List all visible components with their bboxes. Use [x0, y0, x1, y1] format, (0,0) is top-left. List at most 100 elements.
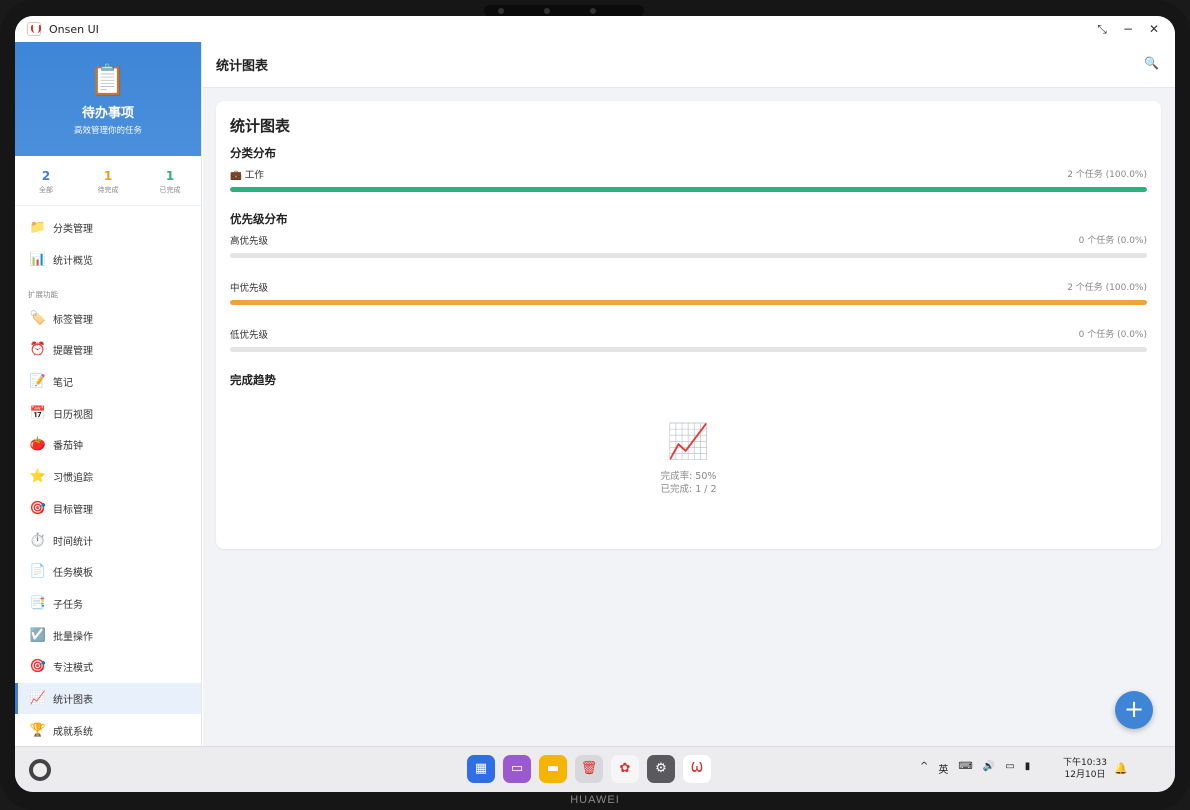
tray-chevron-icon[interactable]: ^: [920, 761, 928, 776]
stat-label: 已完成: [159, 186, 181, 194]
priority-row-medium: 中优先级 2 个任务 (100.0%): [230, 277, 1147, 295]
sidebar-item[interactable]: ☑️ 批量操作: [15, 619, 201, 651]
volume-icon[interactable]: 🔊: [983, 761, 995, 776]
gallery-icon[interactable]: ✿: [611, 755, 639, 783]
battery-icon[interactable]: ▮: [1025, 761, 1031, 776]
task-stats: 2 全部 1 待完成 1 已完成: [15, 156, 201, 206]
stat-label: 全部: [39, 186, 53, 194]
chart-trend-icon: 📈: [667, 422, 710, 462]
sidebar-item[interactable]: 📝 笔记: [15, 366, 201, 398]
sidebar-item[interactable]: ⭐ 习惯追踪: [15, 461, 201, 493]
nav-icon: 📈: [29, 690, 47, 706]
taskbar: ▦ ▭ ▬ 🗑 ✿ ⚙ Ѡ ^ 英 ⌨ 🔊 ▭ ▮ 下午10:33 12月10日 🔔: [15, 746, 1175, 792]
clock-date: 12月10日: [1064, 770, 1106, 780]
sidebar-item[interactable]: 📅 日历视图: [15, 397, 201, 429]
sidebar-item-label: 子任务: [53, 599, 83, 611]
stat-all: 2 全部: [15, 169, 77, 205]
stat-value: 1: [165, 169, 175, 183]
device-brand: HUAWEI: [570, 794, 620, 806]
category-label: 💼 工作: [230, 170, 264, 181]
restore-icon[interactable]: ⤡: [1089, 20, 1115, 38]
sidebar-item[interactable]: 🏷️ 标签管理: [15, 302, 201, 334]
sidebar-item[interactable]: 🏆 成就系统: [15, 714, 201, 746]
nav-icon: 📅: [29, 405, 47, 421]
nav-icon: 📝: [29, 374, 47, 390]
priority-label: 高优先级: [230, 236, 269, 247]
nav-icon: ⏱️: [29, 532, 47, 548]
trash-icon[interactable]: 🗑: [575, 755, 603, 783]
window-titlebar: Onsen UI ⤡ − ✕: [15, 16, 1175, 42]
trend-block: 📈 完成率: 50% 已完成: 1 / 2: [230, 422, 1147, 496]
sidebar-item-label: 专注模式: [53, 663, 93, 675]
system-tray: ^ 英 ⌨ 🔊 ▭ ▮: [920, 761, 1040, 776]
sidebar-item[interactable]: 📄 任务模板: [15, 556, 201, 588]
sidebar-item[interactable]: ⏰ 提醒管理: [15, 334, 201, 366]
sidebar-title: 待办事项: [81, 106, 134, 121]
clock[interactable]: 下午10:33 12月10日: [1063, 757, 1107, 781]
sidebar-item-label: 提醒管理: [53, 346, 93, 358]
sidebar-item[interactable]: 🎯 专注模式: [15, 651, 201, 683]
sidebar-item[interactable]: 🍅 番茄钟: [15, 429, 201, 461]
minimize-icon[interactable]: −: [1115, 20, 1141, 38]
sidebar-item-label: 日历视图: [53, 409, 93, 421]
settings-icon[interactable]: ⚙: [647, 755, 675, 783]
clipboard-icon: 📋: [89, 63, 127, 98]
stat-label: 待完成: [97, 186, 119, 194]
category-section-title: 分类分布: [230, 146, 276, 160]
priority-bar-track: [230, 347, 1147, 352]
priority-bar-track: [230, 300, 1147, 305]
search-icon[interactable]: 🔍: [1144, 56, 1159, 70]
priority-value: 2 个任务 (100.0%): [1067, 283, 1147, 293]
sidebar-item-label: 习惯追踪: [53, 473, 93, 485]
category-row: 💼 工作 2 个任务 (100.0%): [230, 164, 1147, 182]
stats-card: 统计图表 分类分布 💼 工作 2 个任务 (100.0%) 优先级分布 高优先级: [216, 101, 1161, 549]
files-icon[interactable]: ▬: [539, 755, 567, 783]
sidebar-item-label: 时间统计: [53, 536, 93, 548]
priority-label: 中优先级: [230, 283, 269, 294]
sidebar-item[interactable]: 📈 统计图表: [15, 682, 201, 715]
sidebar-item-label: 番茄钟: [53, 441, 83, 453]
input-method-icon[interactable]: 英: [938, 761, 948, 776]
add-task-button[interactable]: +: [1115, 691, 1153, 729]
sidebar-item-label: 统计图表: [53, 694, 93, 706]
stat-value: 1: [103, 169, 113, 183]
main-topbar: 统计图表 🔍: [203, 42, 1175, 88]
start-button[interactable]: [29, 759, 51, 781]
nav-icon: 🏆: [29, 722, 47, 738]
sidebar-item-label: 批量操作: [53, 631, 93, 643]
stat-pending: 1 待完成: [77, 169, 139, 205]
window-controls: ⤡ − ✕: [1089, 20, 1167, 38]
sidebar-item-label: 目标管理: [53, 504, 93, 516]
sidebar-item[interactable]: 📊 统计概览: [15, 244, 201, 276]
close-icon[interactable]: ✕: [1141, 20, 1167, 38]
sidebar-item-label: 成就系统: [53, 726, 93, 738]
nav-icon: ☑️: [29, 627, 47, 643]
multiwindow-icon[interactable]: ▭: [503, 755, 531, 783]
priority-value: 0 个任务 (0.0%): [1078, 236, 1147, 246]
sidebar-item[interactable]: ⏱️ 时间统计: [15, 524, 201, 556]
keyboard-icon[interactable]: ⌨: [958, 761, 972, 776]
sidebar-item-label: 任务模板: [53, 568, 93, 580]
trend-section-title: 完成趋势: [230, 373, 276, 387]
stat-done: 1 已完成: [139, 169, 201, 205]
sidebar-item-label: 笔记: [53, 378, 73, 390]
screen: Onsen UI ⤡ − ✕ 📋 待办事项 高效管理你的任务 2 全部 1 待完…: [15, 16, 1175, 792]
completion-rate: 完成率: 50%: [660, 471, 717, 482]
sidebar-item-label: 统计概览: [53, 256, 93, 268]
priority-bar-track: [230, 253, 1147, 258]
onsen-ui-icon[interactable]: Ѡ: [683, 755, 711, 783]
clock-time: 下午10:33: [1063, 758, 1107, 768]
onsen-logo-icon: [27, 22, 41, 36]
main-nav: 📁 分类管理 📊 统计概览: [15, 212, 201, 275]
display-icon[interactable]: ▭: [1005, 761, 1014, 776]
nav-icon: 🎯: [29, 659, 47, 675]
sidebar-item[interactable]: 🎯 目标管理: [15, 493, 201, 525]
priority-row-low: 低优先级 0 个任务 (0.0%): [230, 324, 1147, 342]
notification-bell-icon[interactable]: 🔔: [1114, 762, 1128, 775]
priority-bar-fill: [230, 300, 1147, 305]
sidebar-item[interactable]: 📁 分类管理: [15, 212, 201, 244]
app-grid-icon[interactable]: ▦: [467, 755, 495, 783]
main-content: 统计图表 分类分布 💼 工作 2 个任务 (100.0%) 优先级分布 高优先级: [203, 88, 1175, 746]
sidebar-header: 📋 待办事项 高效管理你的任务: [15, 42, 201, 156]
sidebar-item[interactable]: 📑 子任务: [15, 588, 201, 620]
